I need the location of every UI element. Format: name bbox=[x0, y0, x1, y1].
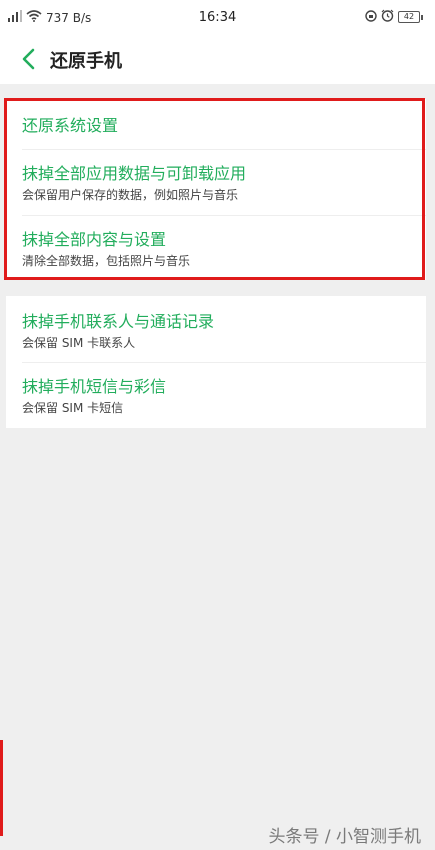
item-title: 抹掉全部应用数据与可卸载应用 bbox=[22, 164, 247, 183]
status-right: 42 bbox=[365, 9, 423, 25]
chevron-left-icon bbox=[18, 48, 40, 76]
divider bbox=[22, 149, 426, 150]
status-bar: 737 B/s 16:34 42 bbox=[0, 0, 435, 36]
divider bbox=[22, 215, 426, 216]
item-title: 抹掉手机短信与彩信 bbox=[22, 377, 167, 396]
reset-system-settings-item[interactable]: 还原系统设置 bbox=[6, 116, 426, 136]
alarm-icon bbox=[381, 9, 394, 25]
item-subtitle: 会保留用户保存的数据，例如照片与音乐 bbox=[22, 188, 239, 202]
battery-level: 42 bbox=[398, 11, 420, 23]
rotation-lock-icon bbox=[365, 9, 377, 25]
erase-all-content-item[interactable]: 抹掉全部内容与设置 清除全部数据，包括照片与音乐 bbox=[6, 230, 426, 269]
erase-app-data-item[interactable]: 抹掉全部应用数据与可卸载应用 会保留用户保存的数据，例如照片与音乐 bbox=[6, 164, 426, 203]
battery-icon: 42 bbox=[398, 11, 423, 23]
divider bbox=[22, 362, 426, 363]
erase-contacts-item[interactable]: 抹掉手机联系人与通话记录 会保留 SIM 卡联系人 bbox=[6, 312, 426, 351]
reset-options-group: 还原系统设置 抹掉全部应用数据与可卸载应用 会保留用户保存的数据，例如照片与音乐… bbox=[6, 99, 426, 280]
red-edge-mark bbox=[0, 740, 3, 836]
item-subtitle: 会保留 SIM 卡短信 bbox=[22, 401, 124, 415]
erase-options-group: 抹掉手机联系人与通话记录 会保留 SIM 卡联系人 抹掉手机短信与彩信 会保留 … bbox=[6, 296, 426, 428]
item-subtitle: 清除全部数据，包括照片与音乐 bbox=[22, 254, 191, 268]
page-title: 还原手机 bbox=[50, 51, 122, 72]
battery-tip bbox=[421, 14, 423, 20]
header: 还原手机 bbox=[0, 36, 435, 84]
watermark: 头条号 / 小智测手机 bbox=[268, 827, 421, 847]
item-title: 抹掉全部内容与设置 bbox=[22, 230, 167, 249]
item-title: 还原系统设置 bbox=[22, 116, 119, 135]
erase-messages-item[interactable]: 抹掉手机短信与彩信 会保留 SIM 卡短信 bbox=[6, 377, 426, 416]
item-title: 抹掉手机联系人与通话记录 bbox=[22, 312, 215, 331]
back-button[interactable] bbox=[18, 46, 40, 72]
item-subtitle: 会保留 SIM 卡联系人 bbox=[22, 336, 136, 350]
